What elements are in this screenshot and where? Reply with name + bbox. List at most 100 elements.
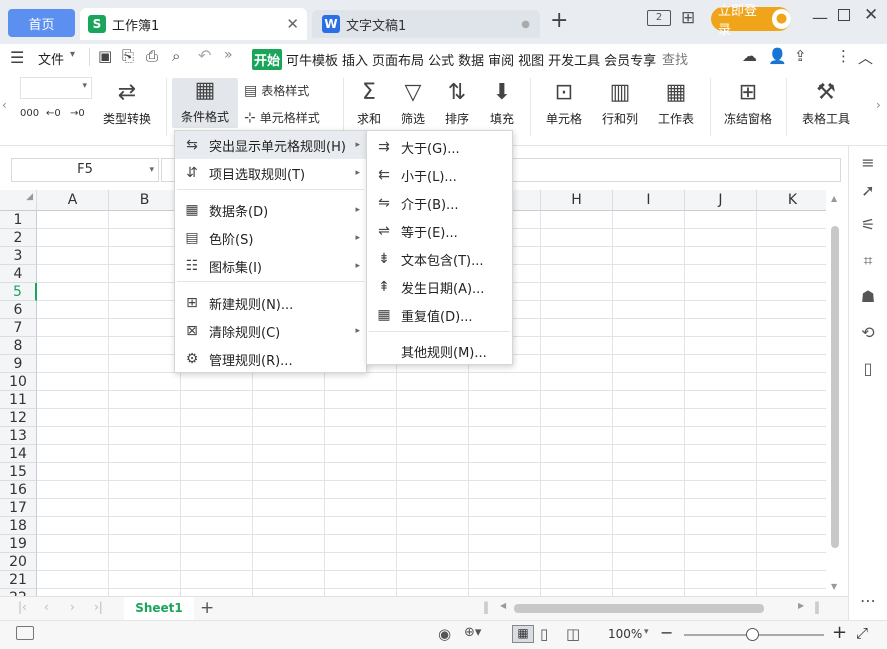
first-sheet-icon[interactable]: |‹ bbox=[18, 600, 27, 614]
row-header-14[interactable]: 14 bbox=[0, 445, 37, 463]
chart-style-icon[interactable]: ☗ bbox=[857, 286, 879, 308]
row-header-18[interactable]: 18 bbox=[0, 517, 37, 535]
macro-icon[interactable] bbox=[16, 626, 34, 640]
next-sheet-icon[interactable]: › bbox=[70, 600, 75, 614]
row-header-8[interactable]: 8 bbox=[0, 337, 37, 355]
filter-button[interactable]: ▽ 筛选 bbox=[394, 80, 432, 127]
backup-icon[interactable]: ⟲ bbox=[857, 322, 879, 344]
file-menu[interactable]: 文件 bbox=[38, 49, 64, 68]
row-header-15[interactable]: 15 bbox=[0, 463, 37, 481]
column-header-i[interactable]: I bbox=[613, 190, 685, 211]
minimize-icon[interactable]: — bbox=[812, 8, 828, 27]
column-header-j[interactable]: J bbox=[685, 190, 757, 211]
tab-home[interactable]: 首页 bbox=[8, 9, 75, 37]
save-icon[interactable]: ▣ bbox=[98, 47, 112, 65]
collapse-ribbon-icon[interactable]: ︿ bbox=[858, 47, 873, 68]
column-header-k[interactable]: K bbox=[757, 190, 826, 211]
chevron-down-icon[interactable]: ▾ bbox=[70, 49, 75, 60]
zoom-out-icon[interactable]: − bbox=[660, 623, 673, 642]
submenu-item-duplicate-values[interactable]: ▦ 重复值(D)... bbox=[367, 301, 512, 329]
maximize-icon[interactable] bbox=[838, 9, 850, 21]
row-header-19[interactable]: 19 bbox=[0, 535, 37, 553]
scroll-up-icon[interactable]: ▲ bbox=[831, 194, 837, 203]
ribbon-scroll-left-icon[interactable]: ‹ bbox=[2, 98, 7, 112]
print-preview-icon[interactable]: ⌕ bbox=[172, 47, 180, 65]
vertical-scroll-thumb[interactable] bbox=[831, 226, 839, 548]
worksheet-button[interactable]: ▦ 工作表 bbox=[650, 80, 702, 127]
number-format-select[interactable]: ▾ bbox=[20, 77, 92, 99]
row-header-22[interactable]: 22 bbox=[0, 589, 37, 596]
search-input[interactable]: 查找 bbox=[662, 49, 688, 68]
menu-developer[interactable]: 开发工具 bbox=[548, 50, 600, 69]
cell-style-button[interactable]: ⊹ 单元格样式 bbox=[244, 109, 320, 126]
menu-item-new-rule[interactable]: ⊞ 新建规则(N)... bbox=[175, 289, 366, 317]
submenu-item-less-than[interactable]: ⇇ 小于(L)... bbox=[367, 161, 512, 189]
scroll-left-icon[interactable]: ◀ bbox=[500, 601, 506, 610]
submenu-item-text-contains[interactable]: ⇟ 文本包含(T)... bbox=[367, 245, 512, 273]
sum-button[interactable]: Σ 求和 bbox=[350, 80, 388, 127]
hscroll-end-icon[interactable]: ‖ bbox=[814, 600, 820, 614]
menu-start[interactable]: 开始 bbox=[252, 49, 283, 70]
menu-page-layout[interactable]: 页面布局 bbox=[372, 50, 424, 69]
submenu-item-equal-to[interactable]: ⇌ 等于(E)... bbox=[367, 217, 512, 245]
menu-item-clear-rules[interactable]: ⊠ 清除规则(C) ▸ bbox=[175, 317, 366, 345]
panel-more-icon[interactable]: ⋯ bbox=[857, 590, 879, 612]
menu-item-icon-sets[interactable]: ☷ 图标集(I) ▸ bbox=[175, 252, 366, 280]
row-header-11[interactable]: 11 bbox=[0, 391, 37, 409]
chevron-down-icon[interactable]: ▾ bbox=[644, 627, 649, 637]
row-header-13[interactable]: 13 bbox=[0, 427, 37, 445]
vertical-scrollbar[interactable]: ▲ ▼ bbox=[826, 190, 844, 596]
menu-item-data-bars[interactable]: ▦ 数据条(D) ▸ bbox=[175, 196, 366, 224]
menu-item-manage-rules[interactable]: ⚙ 管理规则(R)... bbox=[175, 345, 366, 373]
window-layout-icon[interactable]: 2 bbox=[647, 10, 671, 26]
submenu-item-between[interactable]: ⇋ 介于(B)... bbox=[367, 189, 512, 217]
last-sheet-icon[interactable]: ›| bbox=[94, 600, 103, 614]
row-col-button[interactable]: ▥ 行和列 bbox=[594, 80, 646, 127]
print-icon[interactable]: ⎙ bbox=[146, 47, 158, 65]
property-settings-icon[interactable]: ⚟ bbox=[857, 214, 879, 236]
menu-data[interactable]: 数据 bbox=[458, 50, 484, 69]
menu-item-color-scales[interactable]: ▤ 色阶(S) ▸ bbox=[175, 224, 366, 252]
row-header-17[interactable]: 17 bbox=[0, 499, 37, 517]
panel-collapse-icon[interactable]: ≡ bbox=[857, 152, 879, 174]
more-options-icon[interactable]: ⋮ bbox=[836, 47, 851, 65]
name-box[interactable]: F5 ▾ bbox=[11, 158, 159, 182]
sheet-tab-sheet1[interactable]: Sheet1 bbox=[124, 597, 194, 620]
apps-grid-icon[interactable]: ⊞ bbox=[681, 8, 695, 28]
submenu-item-greater-than[interactable]: ⇉ 大于(G)... bbox=[367, 133, 512, 161]
row-header-21[interactable]: 21 bbox=[0, 571, 37, 589]
page-layout-view-icon[interactable]: ▯ bbox=[540, 625, 548, 643]
table-tools-button[interactable]: ⚒ 表格工具 bbox=[792, 80, 860, 127]
add-sheet-icon[interactable]: + bbox=[200, 598, 214, 618]
row-header-20[interactable]: 20 bbox=[0, 553, 37, 571]
submenu-item-date-occurring[interactable]: ⇞ 发生日期(A)... bbox=[367, 273, 512, 301]
menu-formulas[interactable]: 公式 bbox=[428, 50, 454, 69]
menu-view[interactable]: 视图 bbox=[518, 50, 544, 69]
export-pdf-icon[interactable]: ⎘ bbox=[122, 47, 134, 65]
row-header-2[interactable]: 2 bbox=[0, 229, 37, 247]
thousands-separator-icon[interactable]: 000 bbox=[20, 108, 39, 119]
zoom-slider-handle[interactable] bbox=[746, 628, 759, 641]
prev-sheet-icon[interactable]: ‹ bbox=[44, 600, 49, 614]
view-mode-icon[interactable]: ⊕▾ bbox=[464, 625, 481, 640]
cell-button[interactable]: ⊡ 单元格 bbox=[538, 80, 590, 127]
row-header-12[interactable]: 12 bbox=[0, 409, 37, 427]
row-header-4[interactable]: 4 bbox=[0, 265, 37, 283]
row-header-9[interactable]: 9 bbox=[0, 355, 37, 373]
page-break-view-icon[interactable]: ◫ bbox=[566, 625, 580, 643]
fullscreen-icon[interactable]: ⤢ bbox=[856, 624, 868, 642]
menu-hamburger-icon[interactable]: ☰ bbox=[10, 48, 24, 67]
close-tab-icon[interactable]: ✕ bbox=[286, 15, 299, 33]
row-header-5[interactable]: 5 bbox=[0, 283, 37, 301]
undo-icon[interactable]: ↶ bbox=[198, 46, 211, 65]
share-icon[interactable]: ⇪ bbox=[794, 47, 807, 65]
crop-icon[interactable]: ⌗ bbox=[857, 250, 879, 272]
submenu-item-other-rules[interactable]: 其他规则(M)... bbox=[367, 337, 512, 365]
login-button[interactable]: 立即登录 ● bbox=[711, 4, 791, 38]
increase-decimal-icon[interactable]: ←0 bbox=[46, 108, 61, 119]
menu-templates[interactable]: 可牛模板 bbox=[286, 50, 338, 69]
row-header-3[interactable]: 3 bbox=[0, 247, 37, 265]
scroll-down-icon[interactable]: ▼ bbox=[831, 582, 837, 591]
select-pointer-icon[interactable]: ➚ bbox=[857, 180, 879, 202]
collaborate-icon[interactable]: 👤 bbox=[768, 47, 787, 65]
